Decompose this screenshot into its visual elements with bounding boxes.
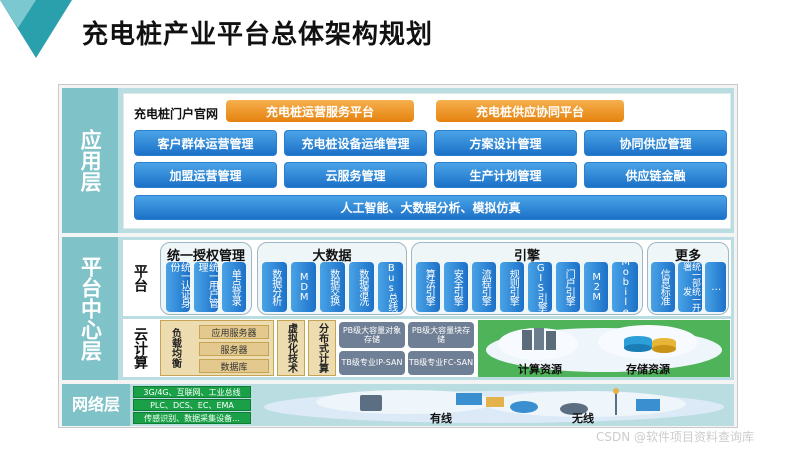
ai-bigdata-simulation-bar[interactable]: 人工智能、大数据分析、模拟仿真: [134, 195, 727, 220]
app-module-supply-chain-finance[interactable]: 供应链金融: [584, 162, 727, 188]
app-module-production-plan[interactable]: 生产计划管理: [434, 162, 577, 188]
bus-button[interactable]: Bus总线: [378, 262, 403, 312]
data-analysis-button[interactable]: 数据分析: [262, 262, 287, 312]
unified-deploy-label: 统一部署: [681, 262, 700, 286]
app-module-franchise-operation[interactable]: 加盟运营管理: [134, 162, 277, 188]
app-module-solution-design[interactable]: 方案设计管理: [434, 130, 577, 156]
watermark: CSDN @软件项目资料查询库: [596, 430, 755, 444]
wireless-label: 无线: [572, 412, 594, 425]
load-balance-label: 负载均衡: [169, 328, 181, 368]
algorithm-engine-button[interactable]: 算法引擎: [416, 262, 440, 312]
mobile-button[interactable]: Mobile: [612, 262, 638, 312]
app-module-customer-operation[interactable]: 客户群体运营管理: [134, 130, 277, 156]
app-server-box[interactable]: 应用服务器: [199, 325, 269, 339]
portal-engine-button[interactable]: 门户引擎: [556, 262, 580, 312]
server-box[interactable]: 服务器: [199, 342, 269, 356]
application-layer-label-text: 应用层: [78, 129, 103, 192]
operation-service-platform[interactable]: 充电桩运营服务平台: [226, 100, 414, 122]
more-ellipsis-button[interactable]: …: [705, 262, 726, 312]
compute-resources-label: 计算资源: [518, 363, 562, 376]
info-standard-button[interactable]: 信息标准: [651, 262, 675, 312]
network-item-3g4g[interactable]: 3G/4G、互联网、工业总线: [133, 386, 251, 398]
unified-identity-button[interactable]: 统一认证身份: [166, 262, 190, 312]
ip-san-box[interactable]: TB级专业IP-SAN: [339, 351, 405, 375]
single-sign-on-button[interactable]: 单点登录: [222, 262, 246, 312]
group-engines-title: 引擎: [513, 249, 540, 264]
network-layer-label: 网络层: [62, 384, 130, 426]
object-storage-box[interactable]: PB级大容量对象存储: [339, 322, 405, 348]
database-box[interactable]: 数据库: [199, 359, 269, 373]
wired-label: 有线: [430, 412, 452, 425]
cloud-sub-label: 云计算: [132, 327, 148, 369]
platform-center-label: 平台中心层: [62, 237, 118, 380]
supply-collaboration-platform[interactable]: 充电桩供应协同平台: [436, 100, 624, 122]
data-cleaning-button[interactable]: 数据清洗: [349, 262, 374, 312]
storage-resources-label: 存储资源: [626, 363, 670, 376]
header-triangle-icon: [0, 0, 72, 58]
mdm-button[interactable]: MDM: [291, 262, 316, 312]
resource-cloud-icon: [478, 320, 730, 377]
unified-dev-label: 统一开发: [681, 287, 700, 311]
rule-engine-button[interactable]: 规则引擎: [500, 262, 524, 312]
distributed-label: 分布式计算: [316, 323, 328, 373]
platform-sub-label: 平台: [132, 264, 148, 292]
app-module-supply-coordination[interactable]: 协同供应管理: [584, 130, 727, 156]
unified-user-button[interactable]: 统一用户管理: [194, 262, 218, 312]
m2m-button[interactable]: M2M: [584, 262, 608, 312]
network-layer-label-text: 网络层: [71, 394, 120, 414]
unified-deploy-dev-button[interactable]: 统一部署 统一开发: [678, 262, 702, 312]
network-item-sensor[interactable]: 传感识别、数据采集设备...: [133, 412, 251, 424]
virtualization-label: 虚拟化技术: [285, 323, 297, 373]
page-title: 充电桩产业平台总体架构规划: [82, 20, 434, 50]
network-item-plc[interactable]: PLC、DCS、EC、EMA: [133, 399, 251, 411]
application-layer-label: 应用层: [62, 88, 118, 233]
app-module-equipment-maintenance[interactable]: 充电桩设备运维管理: [284, 130, 427, 156]
block-storage-box[interactable]: PB级大容量块存储: [408, 322, 474, 348]
app-module-cloud-service[interactable]: 云服务管理: [284, 162, 427, 188]
security-engine-button[interactable]: 安全引擎: [444, 262, 468, 312]
gis-engine-button[interactable]: GIS引擎: [528, 262, 552, 312]
data-exchange-button[interactable]: 数据交换: [320, 262, 345, 312]
portal-label: 充电桩门户官网: [134, 107, 219, 121]
network-cloud-icon: [264, 388, 724, 423]
platform-center-label-text: 平台中心层: [78, 256, 103, 361]
workflow-engine-button[interactable]: 流程引擎: [472, 262, 496, 312]
fc-san-box[interactable]: TB级专业FC-SAN: [408, 351, 474, 375]
